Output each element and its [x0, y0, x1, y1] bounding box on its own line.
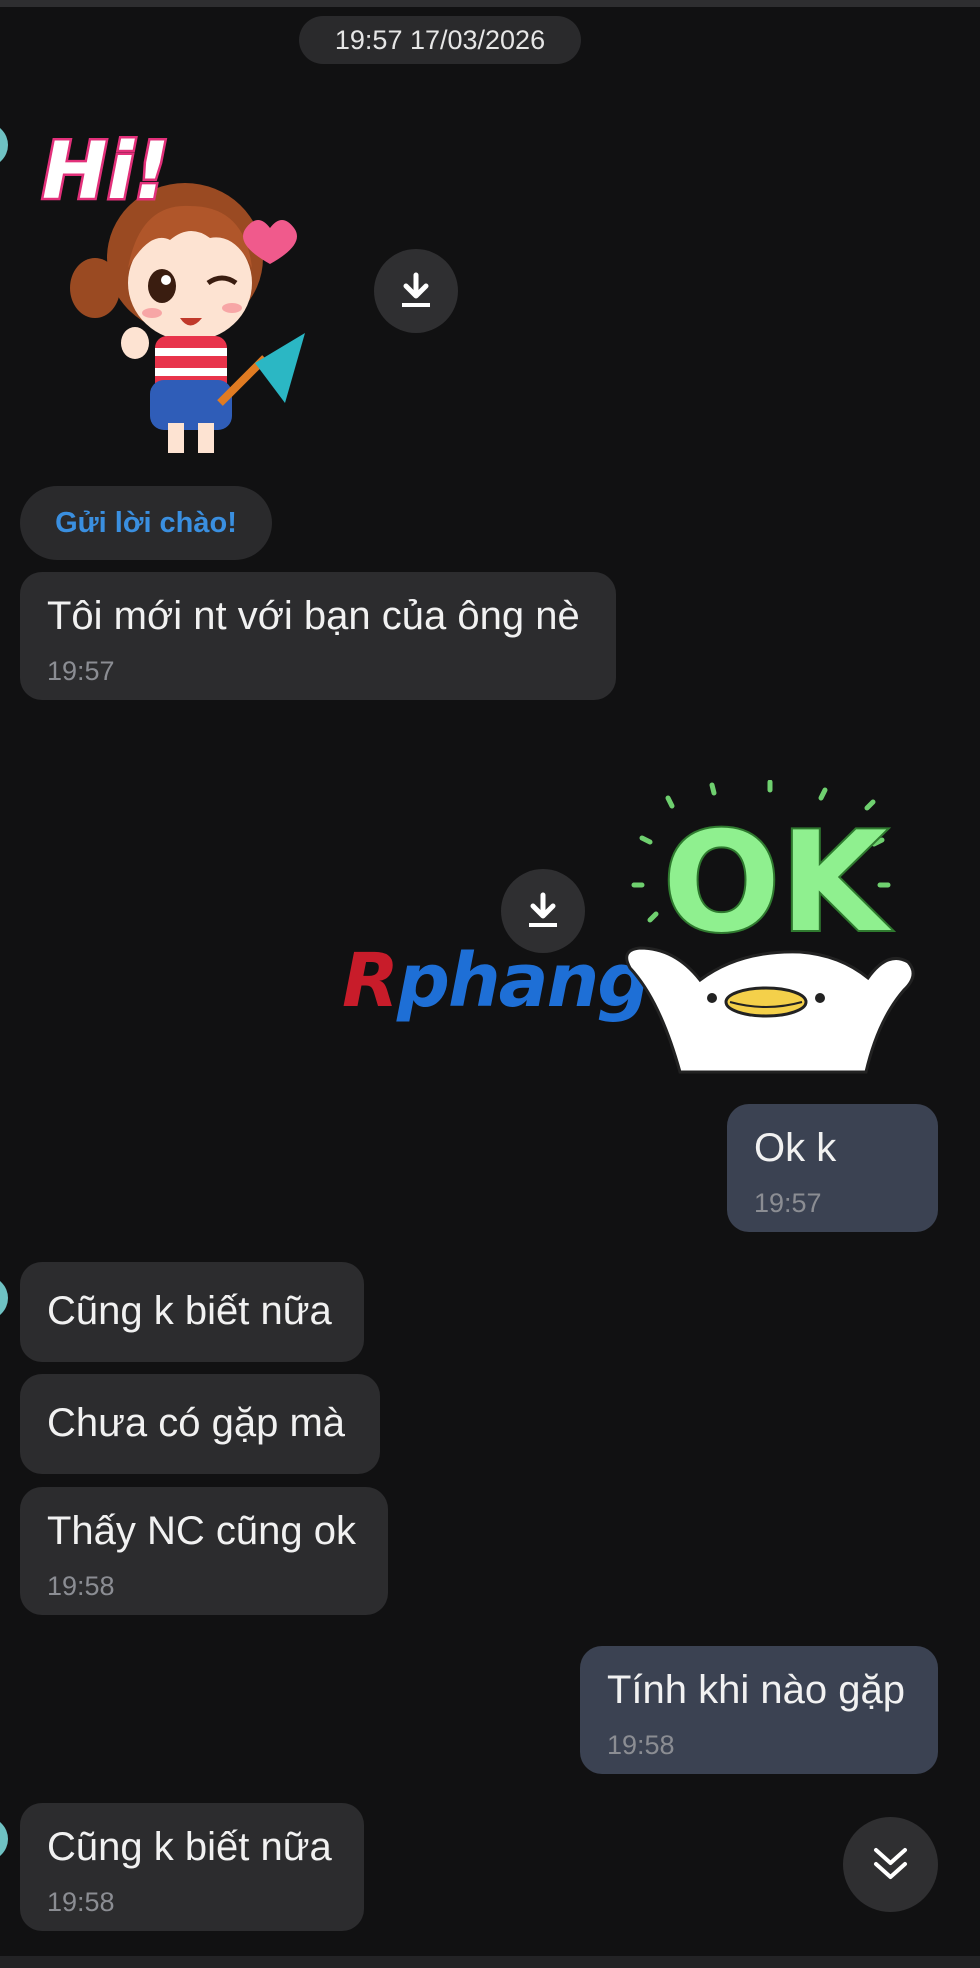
message-text: Thấy NC cũng ok: [47, 1509, 357, 1553]
message-bubble-outgoing[interactable]: Tính khi nào gặp 19:58: [580, 1646, 938, 1774]
message-bubble-outgoing[interactable]: Ok k 19:57: [727, 1104, 938, 1232]
scroll-to-bottom-button[interactable]: [843, 1817, 938, 1912]
download-icon: [402, 272, 430, 307]
download-icon: [529, 892, 557, 927]
date-separator: 19:57 17/03/2026: [299, 16, 581, 64]
message-text: Cũng k biết nữa: [47, 1289, 332, 1333]
message-bubble-incoming[interactable]: Cũng k biết nữa: [20, 1262, 364, 1362]
message-bubble-incoming[interactable]: Chưa có gặp mà: [20, 1374, 380, 1474]
message-text: Tính khi nào gặp: [607, 1668, 905, 1712]
message-time: 19:57: [754, 1188, 822, 1218]
avatar[interactable]: [0, 1276, 8, 1320]
message-time: 19:58: [607, 1730, 675, 1760]
message-text: Tôi mới nt với bạn của ông nè: [47, 594, 580, 638]
message-text: Cũng k biết nữa: [47, 1825, 332, 1869]
message-time: 19:58: [47, 1887, 115, 1917]
message-text: Chưa có gặp mà: [47, 1401, 346, 1445]
double-chevron-down-icon: [874, 1848, 907, 1879]
chat-screen: 19:57 17/03/2026 Hi! Gửi lời chào! Tôi m…: [0, 0, 980, 1968]
message-bubble-incoming[interactable]: Thấy NC cũng ok 19:58: [20, 1487, 388, 1615]
bottom-divider: [0, 1956, 980, 1968]
message-time: 19:57: [47, 656, 115, 686]
message-text: Ok k: [754, 1126, 837, 1170]
download-button[interactable]: [374, 249, 458, 333]
sticker-hi-caption: Hi!: [42, 127, 170, 217]
send-greeting-button[interactable]: Gửi lời chào!: [20, 486, 272, 560]
message-time: 19:58: [47, 1571, 115, 1601]
download-button[interactable]: [501, 869, 585, 953]
avatar[interactable]: [0, 123, 8, 167]
top-divider: [0, 0, 980, 7]
sticker-watermark: Rphang: [342, 938, 650, 1024]
sticker-ok-duck[interactable]: OK: [620, 779, 920, 1080]
message-bubble-incoming[interactable]: Cũng k biết nữa 19:58: [20, 1803, 364, 1931]
message-bubble-incoming[interactable]: Tôi mới nt với bạn của ông nè 19:57: [20, 572, 616, 700]
sticker-hi-girl[interactable]: Hi!: [40, 118, 320, 468]
avatar[interactable]: [0, 1817, 8, 1861]
sticker-ok-caption: OK: [663, 802, 892, 963]
